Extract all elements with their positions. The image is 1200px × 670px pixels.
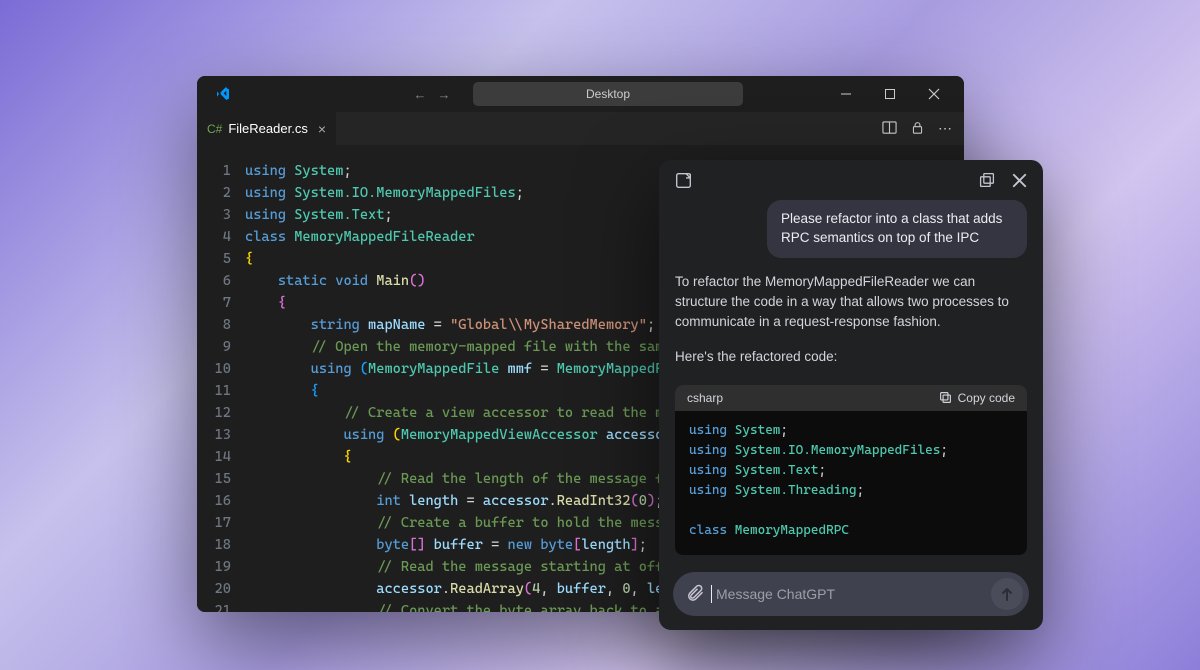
vscode-logo-icon: [213, 86, 233, 102]
close-chat-icon[interactable]: [1007, 168, 1031, 192]
maximize-button[interactable]: [868, 76, 912, 112]
copy-code-button[interactable]: Copy code: [939, 391, 1015, 405]
nav-back-icon[interactable]: ←: [411, 87, 429, 102]
more-actions-icon[interactable]: ⋯: [938, 120, 952, 137]
window-controls: [824, 76, 956, 112]
close-button[interactable]: [912, 76, 956, 112]
pop-out-icon[interactable]: [975, 168, 999, 192]
new-chat-icon[interactable]: [671, 168, 695, 192]
nav-forward-icon[interactable]: →: [435, 87, 453, 102]
chat-header: [659, 160, 1043, 200]
copy-code-label: Copy code: [958, 391, 1015, 405]
assistant-paragraph-2: Here's the refactored code:: [675, 347, 1027, 367]
csharp-file-icon: C#: [207, 122, 222, 136]
command-center[interactable]: Desktop: [473, 82, 743, 106]
attach-icon[interactable]: [685, 583, 705, 606]
minimize-button[interactable]: [824, 76, 868, 112]
chat-input-bar: [673, 572, 1029, 616]
code-block-body[interactable]: using System;using System.IO.MemoryMappe…: [675, 411, 1027, 555]
nav-arrows: ← →: [411, 87, 453, 102]
chat-panel: Please refactor into a class that adds R…: [659, 160, 1043, 630]
command-center-label: Desktop: [586, 87, 630, 101]
tab-close-icon[interactable]: ×: [318, 121, 326, 137]
tab-filereader[interactable]: C# FileReader.cs ×: [197, 112, 337, 145]
lock-icon[interactable]: [911, 121, 924, 137]
split-editor-icon[interactable]: [882, 120, 897, 138]
user-message-text: Please refactor into a class that adds R…: [781, 211, 1002, 245]
send-button[interactable]: [991, 578, 1023, 610]
chat-body: Please refactor into a class that adds R…: [659, 200, 1043, 560]
code-block: csharp Copy code using System;using Syst…: [675, 385, 1027, 555]
line-number-gutter: 12345678910111213141516171819202122: [197, 160, 245, 612]
assistant-paragraph-1: To refactor the MemoryMappedFileReader w…: [675, 272, 1027, 333]
title-bar: ← → Desktop: [197, 76, 964, 112]
tab-bar: C# FileReader.cs × ⋯: [197, 112, 964, 146]
code-block-header: csharp Copy code: [675, 385, 1027, 411]
tab-filename: FileReader.cs: [228, 121, 307, 136]
code-language-label: csharp: [687, 391, 723, 405]
text-cursor: [711, 585, 712, 603]
user-message-bubble: Please refactor into a class that adds R…: [767, 200, 1027, 258]
chat-message-input[interactable]: [716, 586, 991, 602]
